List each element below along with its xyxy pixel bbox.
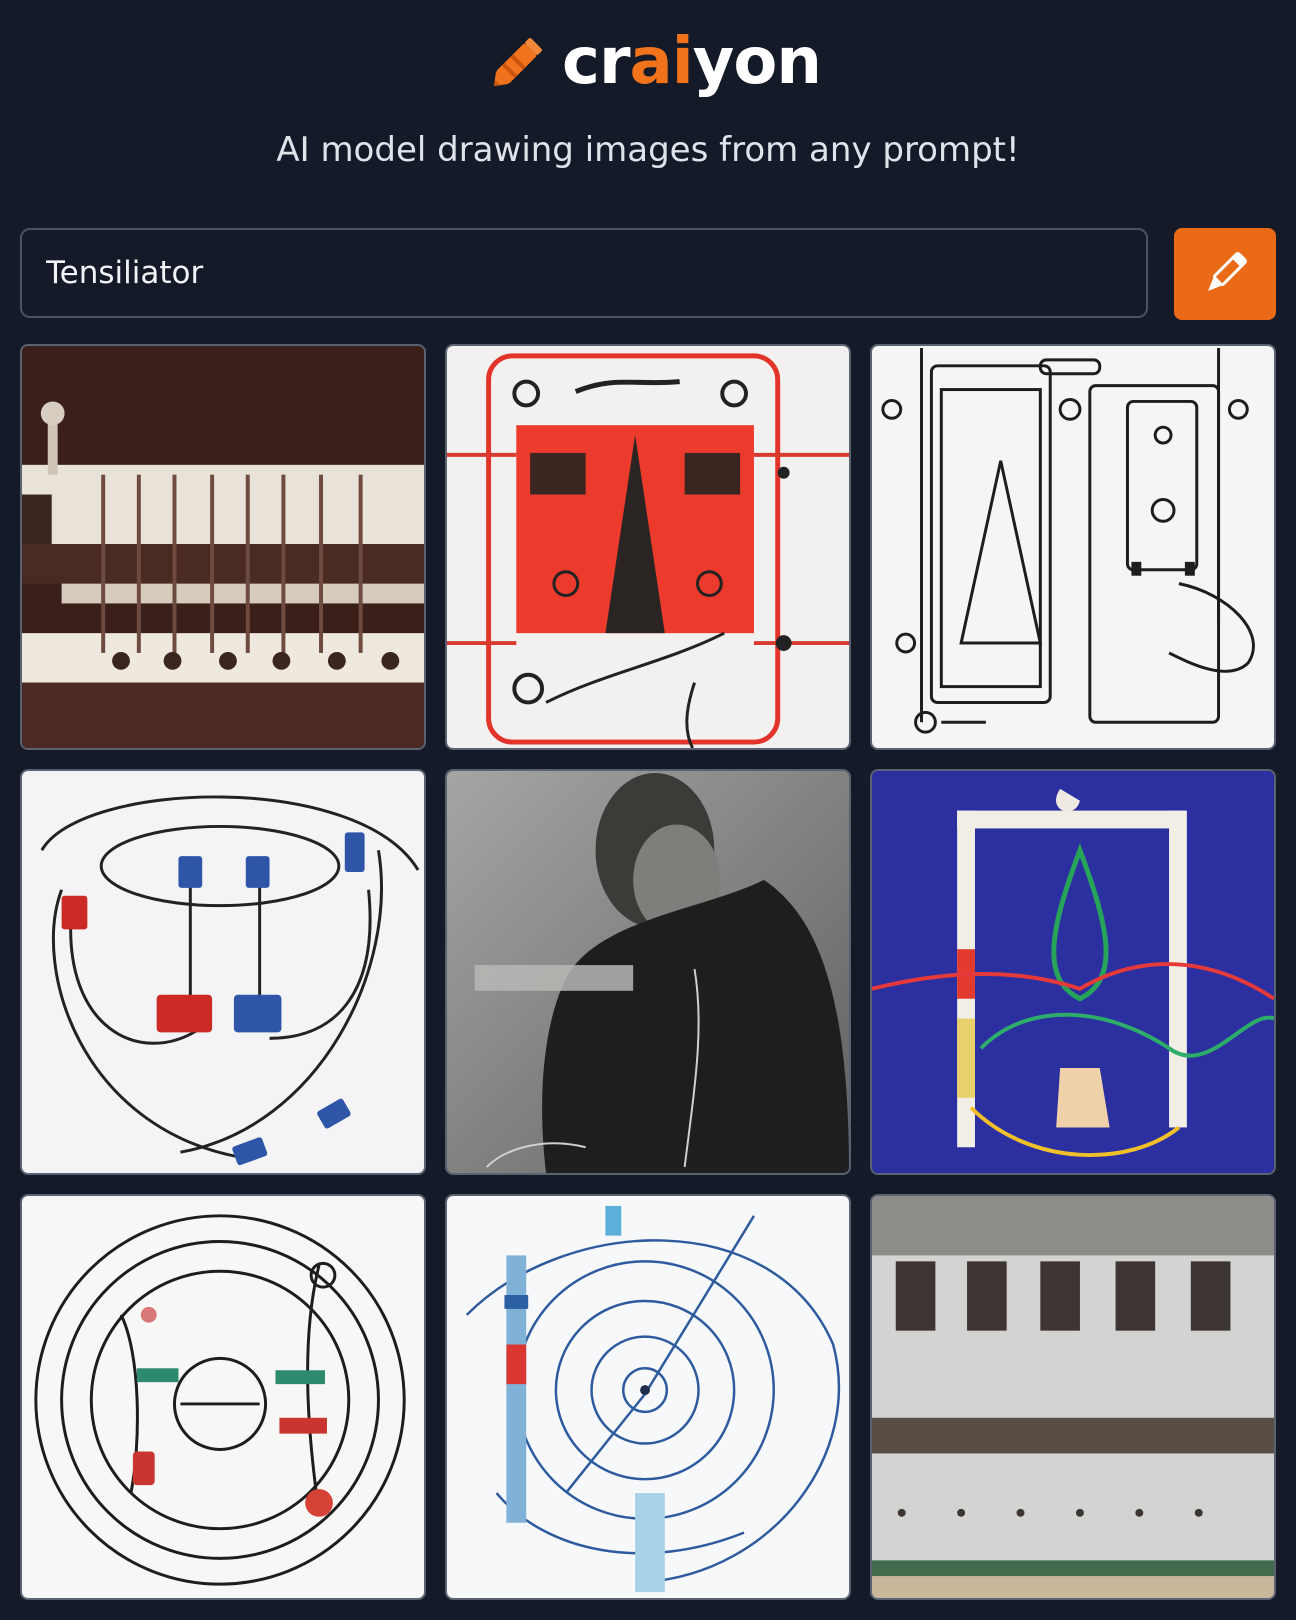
prompt-input[interactable] bbox=[20, 228, 1148, 318]
header: craiyon AI model drawing images from any… bbox=[0, 0, 1296, 200]
result-image-6-art bbox=[872, 771, 1274, 1173]
craiyon-logo[interactable]: craiyon bbox=[482, 22, 822, 102]
result-image-1[interactable] bbox=[20, 344, 426, 750]
logo-wordmark: craiyon bbox=[562, 22, 822, 102]
tagline: AI model drawing images from any prompt! bbox=[276, 130, 1020, 170]
result-image-7[interactable] bbox=[20, 1194, 426, 1600]
result-image-3-art bbox=[872, 346, 1274, 748]
result-image-1-art bbox=[22, 346, 424, 748]
result-image-4-art bbox=[22, 771, 424, 1173]
logo-accent: ai bbox=[629, 25, 694, 99]
pencil-icon bbox=[1208, 252, 1247, 291]
result-image-3[interactable] bbox=[870, 344, 1276, 750]
logo-prefix: cr bbox=[562, 25, 630, 99]
result-image-8-art bbox=[447, 1196, 849, 1598]
crayon-icon bbox=[493, 38, 542, 87]
results-grid bbox=[20, 344, 1276, 1602]
result-image-2-art bbox=[447, 346, 849, 748]
result-image-8[interactable] bbox=[445, 1194, 851, 1600]
result-image-2[interactable] bbox=[445, 344, 851, 750]
result-image-6[interactable] bbox=[870, 769, 1276, 1175]
result-image-9-art bbox=[872, 1196, 1274, 1598]
result-image-9[interactable] bbox=[870, 1194, 1276, 1600]
result-image-4[interactable] bbox=[20, 769, 426, 1175]
result-image-5-art bbox=[447, 771, 849, 1173]
draw-button[interactable] bbox=[1174, 228, 1276, 320]
result-image-7-art bbox=[22, 1196, 424, 1598]
result-image-5[interactable] bbox=[445, 769, 851, 1175]
logo-suffix: yon bbox=[692, 25, 822, 99]
